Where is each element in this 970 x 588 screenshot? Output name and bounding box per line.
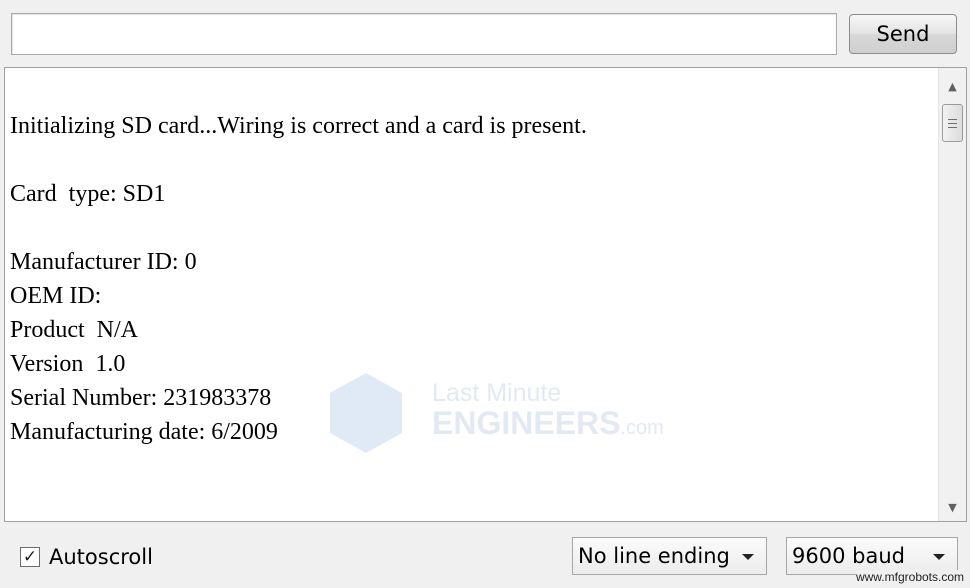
watermark-logo-icon <box>330 373 402 453</box>
line-ending-select[interactable]: No line ending <box>572 537 767 575</box>
grip-line <box>948 118 957 120</box>
footer-credit: www.mfgrobots.com <box>855 570 964 584</box>
send-button[interactable]: Send <box>849 14 957 54</box>
scroll-up-icon[interactable]: ▲ <box>939 74 966 98</box>
autoscroll-label: Autoscroll <box>49 545 153 569</box>
checkmark-icon: ✓ <box>22 546 38 567</box>
output-line: Initializing SD card...Wiring is correct… <box>10 113 587 139</box>
scroll-down-icon[interactable]: ▼ <box>939 495 966 519</box>
watermark-line2-text: ENGINEERS <box>432 405 621 441</box>
output-line: Manufacturer ID: 0 <box>10 249 197 275</box>
watermark-line1: Last Minute <box>432 379 562 407</box>
input-bar: Send <box>0 0 970 66</box>
output-line: OEM ID: <box>10 283 102 309</box>
watermark-line2: ENGINEERS.com <box>432 405 664 442</box>
grip-line <box>948 126 957 128</box>
grip-line <box>948 122 957 124</box>
output-line: Card type: SD1 <box>10 181 166 207</box>
serial-input[interactable] <box>11 13 837 55</box>
output-line: Product N/A <box>10 317 138 343</box>
baud-rate-value: 9600 baud <box>792 544 905 568</box>
serial-output: Initializing SD card...Wiring is correct… <box>4 67 967 522</box>
chevron-down-icon <box>742 554 754 560</box>
vertical-scrollbar[interactable]: ▲ ▼ <box>938 68 966 521</box>
autoscroll-toggle[interactable]: ✓ Autoscroll <box>20 545 153 569</box>
chevron-down-icon <box>933 554 945 560</box>
watermark-line3: .com <box>620 417 664 439</box>
status-bar: ✓ Autoscroll No line ending 9600 baud ww… <box>0 523 970 588</box>
output-line: Manufacturing date: 6/2009 <box>10 419 278 445</box>
autoscroll-checkbox[interactable]: ✓ <box>20 547 40 567</box>
output-line: Serial Number: 231983378 <box>10 385 272 411</box>
scrollbar-thumb[interactable] <box>942 104 963 142</box>
output-line: Version 1.0 <box>10 351 126 377</box>
line-ending-value: No line ending <box>578 544 730 568</box>
watermark: Last Minute ENGINEERS.com <box>330 373 664 453</box>
